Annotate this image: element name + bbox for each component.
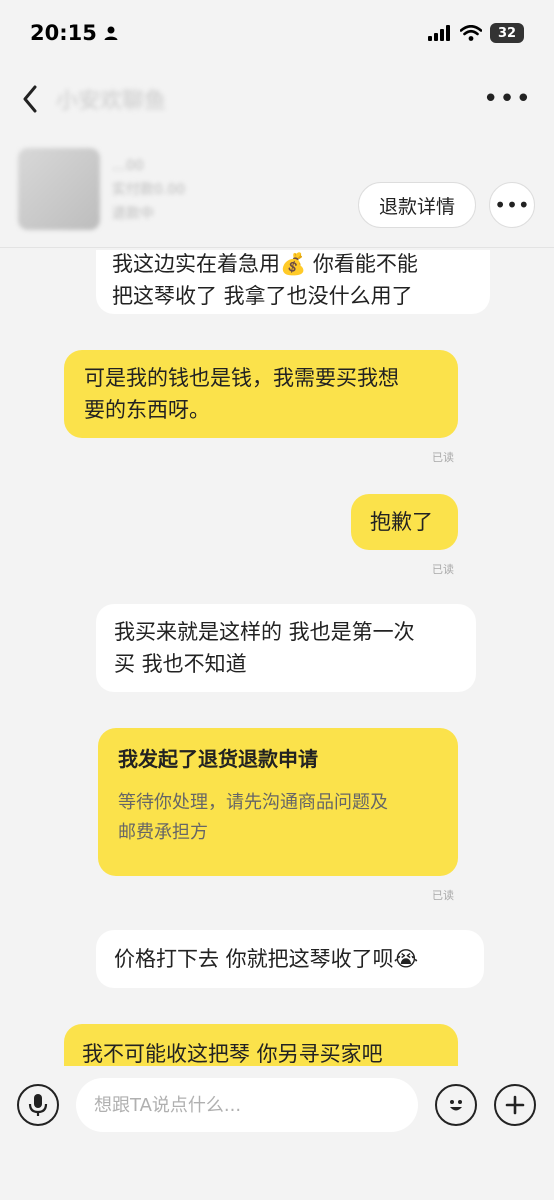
message-incoming[interactable]: 价格打下去 你就把这琴收了呗😭	[96, 930, 484, 988]
chat-message-list[interactable]: 我这边实在着急用💰 你看能不能 把这琴收了 我拿了也没什么用了 可是我的钱也是钱…	[0, 250, 554, 1066]
emoji-button[interactable]	[435, 1084, 477, 1126]
message-incoming[interactable]: 我买来就是这样的 我也是第一次 买 我也不知道	[96, 604, 476, 692]
message-text-line: 我这边实在着急用💰 你看能不能	[112, 252, 418, 276]
card-more-icon[interactable]: •••	[489, 182, 535, 228]
refund-request-card[interactable]: 我发起了退货退款申请 等待你处理，请先沟通商品问题及 邮费承担方	[98, 728, 458, 876]
product-price: …00	[112, 158, 144, 174]
status-indicators: 32	[428, 23, 524, 43]
read-receipt: 已读	[432, 889, 454, 902]
signal-icon	[428, 25, 450, 41]
read-receipt: 已读	[432, 451, 454, 464]
battery-indicator: 32	[490, 23, 524, 43]
read-receipt: 已读	[432, 563, 454, 576]
product-info: …00 实付款0.00 退款中	[112, 154, 185, 226]
message-text-line: 抱歉了	[370, 510, 433, 534]
add-attachment-button[interactable]	[494, 1084, 536, 1126]
message-text-line: 可是我的钱也是钱，我需要买我想	[84, 366, 399, 390]
message-input-bar	[0, 1066, 554, 1200]
product-thumbnail[interactable]	[18, 148, 100, 230]
smiley-icon	[450, 1100, 462, 1111]
message-input[interactable]	[76, 1078, 418, 1132]
message-text-line: 买 我也不知道	[114, 652, 247, 676]
refund-detail-button[interactable]: 退款详情	[358, 182, 476, 228]
message-outgoing[interactable]: 可是我的钱也是钱，我需要买我想 要的东西呀。	[64, 350, 458, 438]
microphone-icon	[28, 1094, 48, 1116]
refund-request-title: 我发起了退货退款申请	[118, 747, 318, 771]
message-outgoing[interactable]: 抱歉了	[351, 494, 458, 550]
message-text-line: 把这琴收了 我拿了也没什么用了	[112, 284, 413, 308]
status-time: 20:15	[30, 21, 97, 45]
chat-partner-name: 小安欢聊鱼	[56, 89, 167, 114]
message-text-line: 我买来就是这样的 我也是第一次	[114, 620, 415, 644]
wifi-icon	[460, 25, 482, 41]
product-status: 退款中	[112, 206, 154, 222]
product-paid-amount: 实付款0.00	[112, 182, 186, 198]
back-arrow-icon[interactable]	[22, 85, 38, 113]
voice-input-button[interactable]	[17, 1084, 59, 1126]
message-text-line: 我不可能收这把琴 你另寻买家吧	[82, 1042, 383, 1066]
plus-icon	[505, 1095, 525, 1115]
message-text-line: 要的东西呀。	[84, 398, 210, 422]
message-incoming[interactable]: 我这边实在着急用💰 你看能不能 把这琴收了 我拿了也没什么用了	[96, 250, 490, 314]
status-bar: 20:15 32	[0, 0, 554, 66]
product-card[interactable]: …00 实付款0.00 退款中 退款详情 •••	[0, 140, 554, 248]
message-outgoing[interactable]: 我不可能收这把琴 你另寻买家吧	[64, 1024, 458, 1066]
person-icon	[104, 26, 118, 40]
card-sub-line: 邮费承担方	[118, 822, 208, 843]
status-time-group: 20:15	[30, 21, 119, 45]
nav-bar: 小安欢聊鱼 •••	[0, 66, 554, 132]
more-options-icon[interactable]: •••	[483, 84, 532, 114]
message-text-line: 价格打下去 你就把这琴收了呗😭	[114, 947, 419, 971]
card-sub-line: 等待你处理，请先沟通商品问题及	[118, 792, 388, 813]
refund-request-description: 等待你处理，请先沟通商品问题及 邮费承担方	[118, 788, 438, 848]
